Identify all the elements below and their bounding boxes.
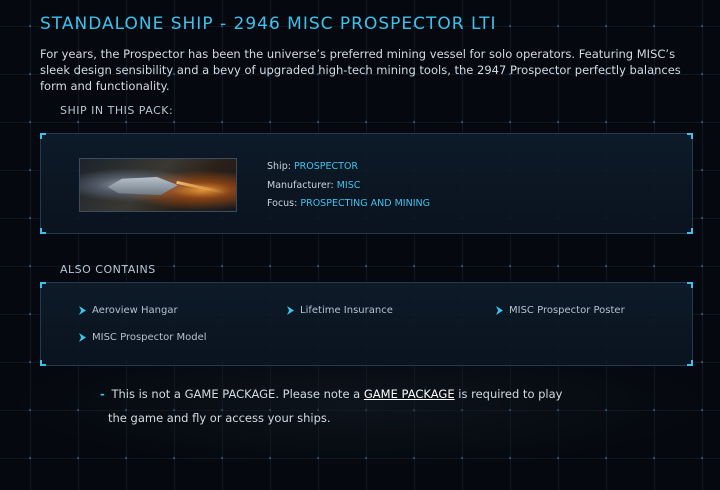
item-label: Aeroview Hangar: [92, 305, 178, 316]
also-contains-label: ALSO CONTAINS: [60, 263, 156, 276]
corner-decoration: [687, 228, 693, 234]
also-contains-card: Aeroview Hangar Lifetime Insurance MISC …: [40, 282, 693, 366]
ship-value: PROSPECTOR: [293, 161, 359, 172]
manufacturer-value: MISC: [336, 179, 361, 191]
focus-value: PROSPECTING AND MINING: [300, 198, 430, 209]
manufacturer-label: Manufacturer:: [267, 179, 334, 191]
focus-label: Focus:: [267, 198, 298, 209]
ship-hull-graphic: [108, 177, 178, 195]
pack-description: For years, the Prospector has been the u…: [40, 47, 681, 93]
note-text-line2: the game and fly or access your ships.: [108, 411, 331, 425]
corner-decoration: [687, 282, 693, 288]
list-item: MISC Prospector Model: [79, 332, 207, 343]
ship-label: Ship:: [267, 161, 291, 172]
chevron-right-icon: [496, 306, 503, 315]
item-label: Lifetime Insurance: [300, 305, 393, 316]
ship-name-row: Ship: PROSPECTOR: [267, 158, 430, 177]
list-item: MISC Prospector Poster: [496, 305, 625, 316]
mining-beam-graphic: [176, 180, 226, 195]
manufacturer-row: Manufacturer: MISC: [267, 177, 430, 196]
chevron-right-icon: [79, 306, 86, 315]
corner-decoration: [40, 282, 46, 288]
item-label: MISC Prospector Poster: [509, 305, 625, 316]
note-text-part1: This is not a GAME PACKAGE. Please note …: [111, 387, 361, 401]
page-title: STANDALONE SHIP - 2946 MISC PROSPECTOR L…: [40, 14, 497, 34]
ship-card: Ship: PROSPECTOR Manufacturer: MISC Focu…: [40, 133, 693, 234]
corner-decoration: [40, 133, 46, 139]
note-dash: -: [100, 387, 105, 401]
game-package-note: - This is not a GAME PACKAGE. Please not…: [100, 382, 562, 430]
list-item: Lifetime Insurance: [287, 305, 393, 316]
chevron-right-icon: [79, 333, 86, 342]
ship-section-label: SHIP IN THIS PACK:: [60, 104, 174, 117]
item-label: MISC Prospector Model: [92, 332, 207, 343]
corner-decoration: [687, 360, 693, 366]
ship-info: Ship: PROSPECTOR Manufacturer: MISC Focu…: [267, 158, 430, 214]
ship-thumbnail[interactable]: [79, 158, 237, 212]
corner-decoration: [40, 228, 46, 234]
corner-decoration: [40, 360, 46, 366]
game-package-link[interactable]: GAME PACKAGE: [364, 387, 455, 401]
note-text-part2: is required to play: [458, 387, 563, 401]
list-item: Aeroview Hangar: [79, 305, 178, 316]
corner-decoration: [687, 133, 693, 139]
focus-row: Focus: PROSPECTING AND MINING: [267, 195, 430, 214]
chevron-right-icon: [287, 306, 294, 315]
